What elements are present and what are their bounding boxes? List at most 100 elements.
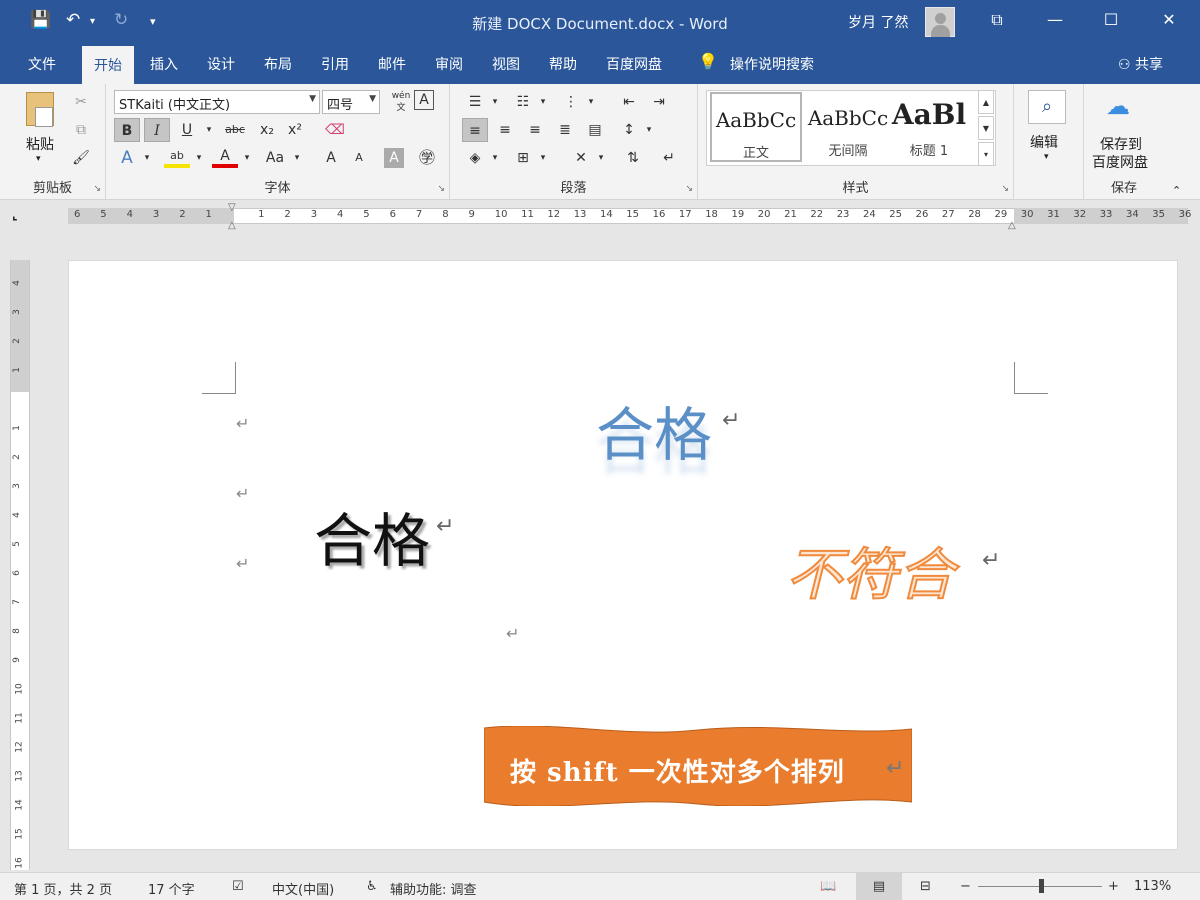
- cut-icon[interactable]: ✂: [68, 90, 94, 114]
- clear-formatting-icon[interactable]: ⌫: [322, 118, 348, 142]
- ribbon-display-options-icon[interactable]: ⧉: [982, 10, 1012, 30]
- print-layout-icon[interactable]: ▤: [856, 873, 902, 900]
- paragraph-launcher-icon[interactable]: ↘: [685, 184, 693, 194]
- superscript-button[interactable]: x²: [282, 118, 308, 142]
- character-border-icon[interactable]: A: [414, 90, 434, 110]
- font-color-dropdown-icon[interactable]: ▾: [234, 146, 260, 170]
- underline-dropdown-icon[interactable]: ▾: [196, 118, 222, 142]
- font-size-combo[interactable]: 四号 ▼: [322, 90, 380, 114]
- tab-file[interactable]: 文件: [28, 54, 56, 74]
- editing-dropdown-icon[interactable]: ▾: [1044, 152, 1049, 162]
- accessibility-icon[interactable]: ♿: [366, 879, 378, 894]
- paste-button[interactable]: 粘贴: [26, 134, 54, 154]
- text-effects-dropdown-icon[interactable]: ▾: [134, 146, 160, 170]
- numbering-dropdown-icon[interactable]: ▾: [530, 90, 556, 114]
- tab-view[interactable]: 视图: [492, 54, 520, 74]
- change-case-dropdown-icon[interactable]: ▾: [284, 146, 310, 170]
- shading-dropdown-icon[interactable]: ▾: [482, 146, 508, 170]
- tab-home[interactable]: 开始: [82, 46, 134, 84]
- wordart-orange[interactable]: 不符合: [785, 530, 955, 611]
- avatar[interactable]: [925, 7, 955, 37]
- styles-launcher-icon[interactable]: ↘: [1001, 184, 1009, 194]
- editing-button[interactable]: 编辑: [1030, 132, 1058, 152]
- font-name-combo[interactable]: STKaiti (中文正文) ▼: [114, 90, 320, 114]
- copy-icon[interactable]: ⧉: [68, 118, 94, 142]
- page-count[interactable]: 第 1 页，共 2 页: [14, 879, 112, 898]
- minimize-button[interactable]: —: [1040, 10, 1070, 29]
- font-launcher-icon[interactable]: ↘: [437, 184, 445, 194]
- read-mode-icon[interactable]: 📖: [820, 879, 836, 894]
- tab-insert[interactable]: 插入: [150, 54, 178, 74]
- window-title: 新建 DOCX Document.docx - Word: [472, 15, 728, 33]
- save-to-label-line2[interactable]: 百度网盘: [1092, 152, 1148, 172]
- align-left-icon[interactable]: ≡: [462, 118, 488, 142]
- save-to-label-line1[interactable]: 保存到: [1100, 134, 1142, 154]
- distributed-icon[interactable]: ▤: [582, 118, 608, 142]
- zoom-level[interactable]: 113%: [1134, 879, 1171, 894]
- search-icon[interactable]: ⌕: [1028, 90, 1066, 124]
- baidu-cloud-icon[interactable]: ☁: [1106, 92, 1130, 120]
- styles-more-icon[interactable]: ▾: [978, 142, 994, 166]
- sort-icon[interactable]: ⇅: [620, 146, 646, 170]
- styles-scroll-down-icon[interactable]: ▼: [978, 116, 994, 140]
- multilevel-dropdown-icon[interactable]: ▾: [578, 90, 604, 114]
- highlight-dropdown-icon[interactable]: ▾: [186, 146, 212, 170]
- show-marks-icon[interactable]: ↵: [656, 146, 682, 170]
- bullets-dropdown-icon[interactable]: ▾: [482, 90, 508, 114]
- align-center-icon[interactable]: ≡: [492, 118, 518, 142]
- justify-icon[interactable]: ≣: [552, 118, 578, 142]
- user-name[interactable]: 岁月 了然: [848, 12, 908, 32]
- tab-baidu-netdisk[interactable]: 百度网盘: [606, 54, 662, 74]
- tab-selector-icon[interactable]: ⌞: [12, 208, 18, 222]
- enclose-characters-icon[interactable]: ㊫: [414, 146, 440, 170]
- phonetic-guide-icon[interactable]: wén 文: [388, 90, 414, 114]
- tab-review[interactable]: 审阅: [435, 54, 463, 74]
- web-layout-icon[interactable]: ⊟: [920, 879, 931, 894]
- word-count[interactable]: 17 个字: [148, 879, 195, 898]
- paste-dropdown-icon[interactable]: ▾: [36, 154, 41, 164]
- share-button[interactable]: ⚇ 共享: [1118, 54, 1163, 74]
- clipboard-launcher-icon[interactable]: ↘: [93, 184, 101, 194]
- tab-help[interactable]: 帮助: [549, 54, 577, 74]
- borders-dropdown-icon[interactable]: ▾: [530, 146, 556, 170]
- collapse-ribbon-icon[interactable]: ⌃: [1172, 184, 1181, 197]
- proofing-icon[interactable]: ☑: [232, 879, 244, 894]
- strikethrough-button[interactable]: abc: [222, 118, 248, 142]
- increase-indent-icon[interactable]: ⇥: [646, 90, 672, 114]
- tell-me-search[interactable]: 操作说明搜索: [730, 54, 814, 74]
- right-indent-marker[interactable]: △: [1008, 220, 1016, 231]
- tab-design[interactable]: 设计: [207, 54, 235, 74]
- line-spacing-dropdown-icon[interactable]: ▾: [636, 118, 662, 142]
- close-button[interactable]: ✕: [1154, 10, 1184, 29]
- italic-button[interactable]: I: [144, 118, 170, 142]
- language-status[interactable]: 中文(中国): [272, 879, 334, 898]
- tab-layout[interactable]: 布局: [264, 54, 292, 74]
- first-line-indent-marker[interactable]: ▽: [228, 202, 236, 213]
- style-no-spacing[interactable]: AaBbCc 无间隔: [802, 92, 894, 162]
- wave-banner[interactable]: 按 shift 一次性对多个排列: [484, 726, 912, 806]
- wordart-blue[interactable]: 合格: [596, 388, 712, 472]
- zoom-in-button[interactable]: +: [1108, 879, 1119, 894]
- paste-icon[interactable]: [26, 92, 54, 127]
- styles-scroll-up-icon[interactable]: ▲: [978, 90, 994, 114]
- bold-button[interactable]: B: [114, 118, 140, 142]
- style-heading-1[interactable]: AaBl 标题 1: [888, 92, 970, 162]
- shrink-font-button[interactable]: A: [346, 146, 372, 170]
- hanging-indent-marker[interactable]: △: [228, 220, 236, 231]
- grow-font-button[interactable]: A: [318, 146, 344, 170]
- lightbulb-icon[interactable]: 💡: [698, 52, 718, 71]
- tab-mailings[interactable]: 邮件: [378, 54, 406, 74]
- tab-references[interactable]: 引用: [321, 54, 349, 74]
- accessibility-status[interactable]: 辅助功能: 调查: [390, 879, 477, 898]
- zoom-slider-thumb[interactable]: [1039, 879, 1044, 893]
- style-normal[interactable]: AaBbCc 正文: [710, 92, 802, 162]
- format-painter-icon[interactable]: 🖌: [68, 146, 94, 170]
- decrease-indent-icon[interactable]: ⇤: [616, 90, 642, 114]
- wordart-black[interactable]: 合格: [314, 494, 430, 578]
- align-right-icon[interactable]: ≡: [522, 118, 548, 142]
- zoom-out-button[interactable]: −: [960, 879, 971, 894]
- character-shading-icon[interactable]: A: [384, 148, 404, 168]
- subscript-button[interactable]: x₂: [254, 118, 280, 142]
- maximize-button[interactable]: ☐: [1096, 10, 1126, 29]
- chinese-layout-dropdown-icon[interactable]: ▾: [588, 146, 614, 170]
